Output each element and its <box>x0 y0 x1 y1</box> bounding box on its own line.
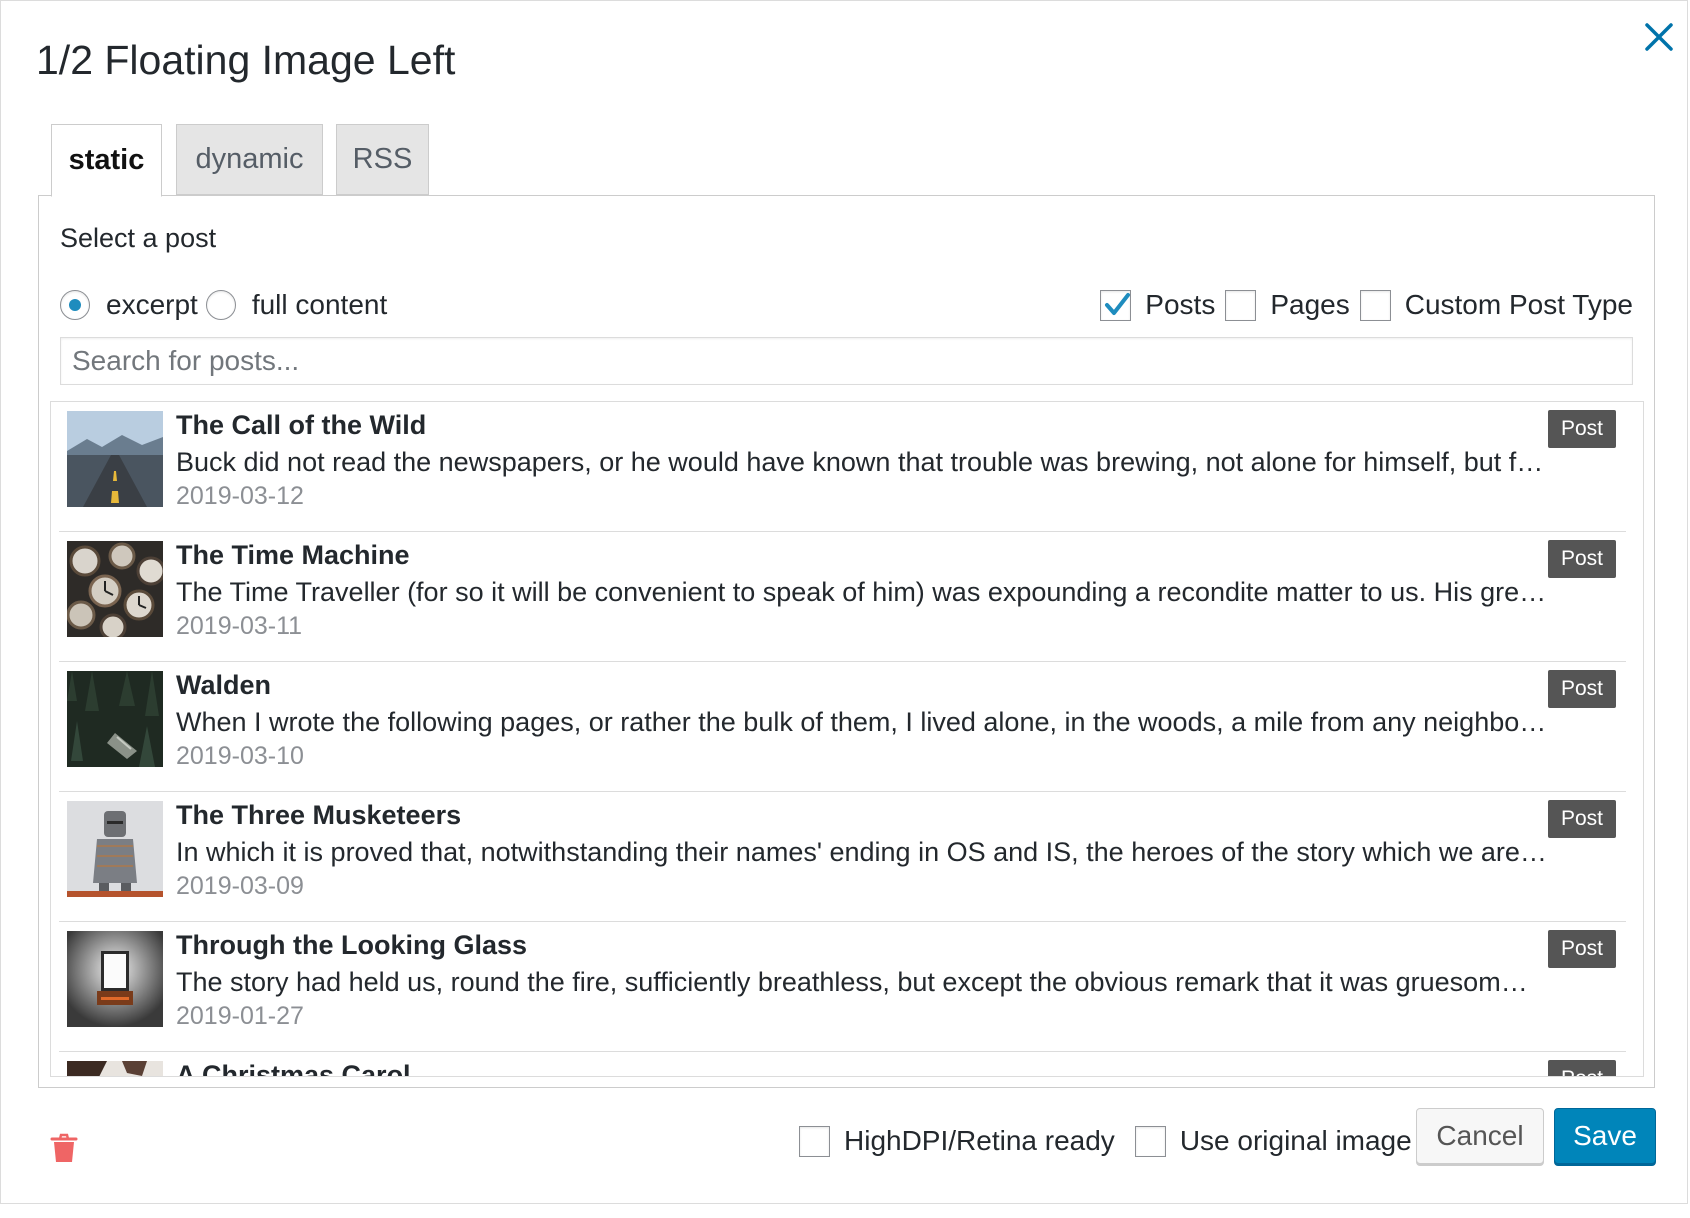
post-date: 2019-03-10 <box>176 742 304 770</box>
post-type-badge: Post <box>1547 540 1616 578</box>
list-item[interactable]: The Call of the Wild Buck did not read t… <box>59 402 1626 532</box>
post-title: Walden <box>176 670 272 700</box>
list-item[interactable]: The Time Machine The Time Traveller (for… <box>59 532 1626 662</box>
post-thumbnail <box>67 671 163 767</box>
post-thumbnail <box>67 541 163 637</box>
list-item[interactable]: The Three Musketeers In which it is prov… <box>59 792 1626 922</box>
tab-rss[interactable]: RSS <box>336 124 429 195</box>
tab-dynamic[interactable]: dynamic <box>176 124 323 195</box>
highdpi-checkbox[interactable] <box>799 1125 830 1157</box>
save-button[interactable]: Save <box>1554 1108 1656 1164</box>
post-thumbnail <box>67 1061 163 1076</box>
post-excerpt: The story had held us, round the fire, s… <box>176 967 1528 997</box>
list-item[interactable]: Through the Looking Glass The story had … <box>59 922 1626 1052</box>
pages-label[interactable]: Pages <box>1270 289 1349 321</box>
post-title: Through the Looking Glass <box>176 930 527 960</box>
original-image-checkbox[interactable] <box>1134 1125 1166 1157</box>
post-type-badge: Post <box>1547 670 1616 708</box>
tab-static[interactable]: static <box>51 124 162 197</box>
post-excerpt: The Time Traveller (for so it will be co… <box>176 577 1547 607</box>
full-content-label[interactable]: full content <box>252 289 387 321</box>
post-excerpt: When I wrote the following pages, or rat… <box>176 707 1547 737</box>
post-type-badge: Post <box>1547 930 1616 968</box>
post-date: 2019-01-27 <box>176 1002 304 1030</box>
search-input[interactable] <box>60 337 1633 385</box>
post-title: The Call of the Wild <box>176 410 427 440</box>
posts-label[interactable]: Posts <box>1145 289 1215 321</box>
post-date: 2019-03-12 <box>176 482 304 510</box>
full-content-radio[interactable] <box>205 290 236 320</box>
checkmark-icon <box>1105 292 1131 315</box>
post-date: 2019-03-09 <box>176 872 304 900</box>
post-thumbnail <box>67 801 163 897</box>
image-options: HighDPI/Retina ready Use original image <box>799 1122 1412 1160</box>
excerpt-radio[interactable] <box>60 290 90 320</box>
post-title: A Christmas Carol <box>176 1060 411 1077</box>
posts-checkbox[interactable] <box>1100 289 1132 321</box>
close-icon[interactable] <box>1639 17 1679 57</box>
cancel-button[interactable]: Cancel <box>1416 1108 1544 1164</box>
post-type-badge: Post <box>1547 410 1616 448</box>
original-image-label[interactable]: Use original image <box>1180 1125 1412 1157</box>
post-list[interactable]: The Call of the Wild Buck did not read t… <box>50 401 1644 1077</box>
content-mode-radios: excerpt full content <box>60 287 395 323</box>
dialog-title: 1/2 Floating Image Left <box>36 37 456 83</box>
list-item[interactable]: A Christmas Carol Post <box>59 1052 1626 1077</box>
post-thumbnail <box>67 411 163 507</box>
dialog: 1/2 Floating Image Left static dynamic R… <box>0 0 1688 1204</box>
post-excerpt: In which it is proved that, notwithstand… <box>176 837 1547 867</box>
post-title: The Three Musketeers <box>176 800 462 830</box>
post-thumbnail <box>67 931 163 1027</box>
post-excerpt: Buck did not read the newspapers, or he … <box>176 447 1544 477</box>
post-type-badge: Post <box>1547 800 1616 838</box>
select-post-label: Select a post <box>60 223 217 253</box>
pages-checkbox[interactable] <box>1225 289 1257 321</box>
highdpi-label[interactable]: HighDPI/Retina ready <box>844 1125 1115 1157</box>
post-type-badge: Post <box>1547 1060 1616 1076</box>
static-panel: Select a post excerpt full content Posts… <box>38 195 1655 1088</box>
post-date: 2019-03-11 <box>176 612 303 640</box>
radio-selected-dot <box>69 299 81 311</box>
custom-post-type-label[interactable]: Custom Post Type <box>1405 289 1633 321</box>
post-title: The Time Machine <box>176 540 410 570</box>
post-type-filters: Posts Pages Custom Post Type <box>1100 287 1633 323</box>
excerpt-label[interactable]: excerpt <box>106 289 198 321</box>
custom-post-type-checkbox[interactable] <box>1359 289 1391 321</box>
trash-icon[interactable] <box>50 1132 78 1164</box>
list-item[interactable]: Walden When I wrote the following pages,… <box>59 662 1626 792</box>
